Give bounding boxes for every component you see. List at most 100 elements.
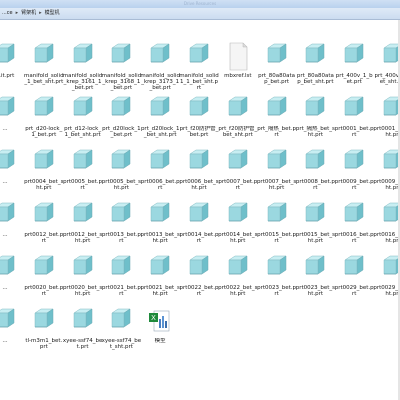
address-bar[interactable]: ...ce ▸ 臂架机 ▸ 模型机 [0,8,400,20]
part-file-icon [344,96,365,116]
file-item[interactable]: ...it.prt [0,42,25,96]
file-item[interactable]: prt_f20防护管_bet.prt [179,95,219,149]
file-item[interactable]: prt0021_bet_sht.prt [140,254,180,308]
file-item[interactable]: prt0005_bet_sht.prt [101,148,141,202]
file-name-label: prt0001_bet.prt [334,126,374,138]
file-item[interactable]: tl-m3m1_bet.prt [24,307,64,361]
file-item[interactable]: prt0029_bet.prt [334,254,374,308]
file-item[interactable]: mbxref.lst [218,42,258,96]
file-name-label: manifold_solid_1_bet_sht.prt [24,73,64,85]
file-item[interactable]: prt_80a80atap_bet_sht.prt [295,42,335,96]
breadcrumb-item-2[interactable]: 模型机 [45,10,60,17]
file-item[interactable]: manifold_solid_1_bet_sht.prt [24,42,64,96]
file-item[interactable]: prt0016_bet.prt [334,201,374,255]
file-item[interactable]: manifold_solid_krep_3168_1_bet.prt [101,42,141,96]
file-name-label: ... [2,285,8,291]
file-name-label: prt_f20防护管_bet.prt [179,126,219,138]
part-file-icon [72,308,93,328]
file-item[interactable]: prt0001_bet.prt [334,95,374,149]
file-item[interactable]: ... [0,307,25,361]
part-file-icon [111,308,132,328]
file-item[interactable]: ... [0,254,25,308]
part-file-icon [227,255,248,275]
file-item[interactable]: prt0029_bet_sht.prt [373,254,400,308]
file-item[interactable]: manifold_solid_krep_3161_1_bet.prt [63,42,103,96]
part-file-icon [305,96,326,116]
file-item[interactable]: prt_d20lock_1_bet_sht.prt [140,95,180,149]
file-item[interactable]: prt0016_bet_sht.prt [373,201,400,255]
part-file-icon [266,43,287,63]
file-name-label: mbxref.lst [224,73,252,79]
file-item[interactable]: manifold_solid_krep_3173_1_bet.prt [140,42,180,96]
file-item[interactable]: prt_隔热_bet_sht.prt [295,95,335,149]
file-item[interactable]: prt0021_bet.prt [101,254,141,308]
file-name-label: prt0016_bet.prt [334,232,374,244]
file-item[interactable]: prt0005_bet.prt [63,148,103,202]
file-name-label: prt0008_bet.prt [295,179,335,191]
part-file-icon [111,96,132,116]
file-item[interactable]: prt0008_bet.prt [295,148,335,202]
file-item[interactable]: prt0023_bet.prt [257,254,297,308]
part-file-icon [150,43,171,63]
file-item[interactable]: prt0015_bet.prt [257,201,297,255]
file-item[interactable]: prt0004_bet_sht.prt [24,148,64,202]
part-file-icon [150,96,171,116]
file-item[interactable]: xyee-ssf74_bet_sht.prt [101,307,141,361]
file-name-label: prt_80a80atap_bet.prt [258,73,296,85]
generic-file-icon [229,42,248,71]
file-item[interactable]: prt0015_bet_sht.prt [295,201,335,255]
breadcrumb-item-0[interactable]: ...ce [2,10,13,17]
file-item[interactable]: prt0009_bet.prt [334,148,374,202]
part-file-icon [0,149,15,169]
file-item[interactable]: prt0013_bet.prt [101,201,141,255]
file-item[interactable]: prt_隔热_bet.prt [257,95,297,149]
part-file-icon [72,149,93,169]
file-item[interactable]: prt_d12-lock_1_bet_sht.prt [63,95,103,149]
file-item[interactable]: prt0006_bet_sht.prt [179,148,219,202]
file-item[interactable]: xyee-ssf74_bet.prt [63,307,103,361]
file-name-label: prt0009_bet_sht.prt [373,179,400,191]
file-item[interactable]: prt0022_bet.prt [179,254,219,308]
part-file-icon [227,202,248,222]
file-name-label: ... [2,179,8,185]
breadcrumb-item-1[interactable]: 臂架机 [21,10,36,17]
file-name-label: prt0012_bet.prt [24,232,64,244]
file-item[interactable]: prt0006_bet.prt [140,148,180,202]
file-item[interactable]: prt0009_bet_sht.prt [373,148,400,202]
part-file-icon [189,255,209,275]
file-item[interactable]: prt_d20-lock_1_bet.prt [24,95,64,149]
file-item[interactable]: prt_80a80atap_bet.prt [257,42,297,96]
file-item[interactable]: prt0012_bet_sht.prt [63,201,103,255]
file-item[interactable]: prt0022_bet_sht.prt [218,254,258,308]
file-name-label: prt0020_bet_sht.prt [62,285,103,297]
file-item[interactable]: prt_f20防护管_bet_sht.prt [218,95,258,149]
file-item[interactable]: prt0014_bet.prt [179,201,219,255]
file-item[interactable]: prt_d20lock_1_bet.prt [101,95,141,149]
file-item[interactable]: prt0001_bet_sht.prt [373,95,400,149]
file-item[interactable]: X 模型 [140,307,180,361]
part-file-icon [305,149,326,169]
file-name-label: manifold_solid_krep_3168_1_bet.prt [101,73,142,91]
file-item[interactable]: prt0007_bet.prt [218,148,258,202]
part-file-icon [0,255,15,275]
part-file-icon [33,202,54,222]
file-list-pane[interactable]: ...it.prtmanifold_solid_1_bet_sht.prtman… [0,20,400,400]
file-item[interactable]: ... [0,148,25,202]
file-item[interactable]: prt0007_bet_sht.prt [257,148,297,202]
file-item[interactable]: prt0020_bet.prt [24,254,64,308]
file-item[interactable]: prt0023_bet_sht.prt [295,254,335,308]
file-item[interactable]: prt0013_bet_sht.prt [140,201,180,255]
file-name-label: ... [2,232,8,238]
file-item[interactable]: prt_400v_1_bet_sht.prt [373,42,400,96]
file-item[interactable]: prt0014_bet_sht.prt [218,201,258,255]
file-item[interactable]: ... [0,95,25,149]
file-name-label: manifold_solid_krep_3161_1_bet.prt [62,73,103,91]
file-name-label: tl-m3m1_bet.prt [25,338,63,350]
file-name-label: prt0006_bet.prt [140,179,180,191]
file-item[interactable]: prt0020_bet_sht.prt [63,254,103,308]
file-name-label: manifold_solid1_1_bet_sht.prt [179,73,219,91]
file-item[interactable]: ... [0,201,25,255]
file-item[interactable]: prt_400v_1_bet.prt [334,42,374,96]
file-item[interactable]: prt0012_bet.prt [24,201,64,255]
file-item[interactable]: manifold_solid1_1_bet_sht.prt [179,42,219,96]
